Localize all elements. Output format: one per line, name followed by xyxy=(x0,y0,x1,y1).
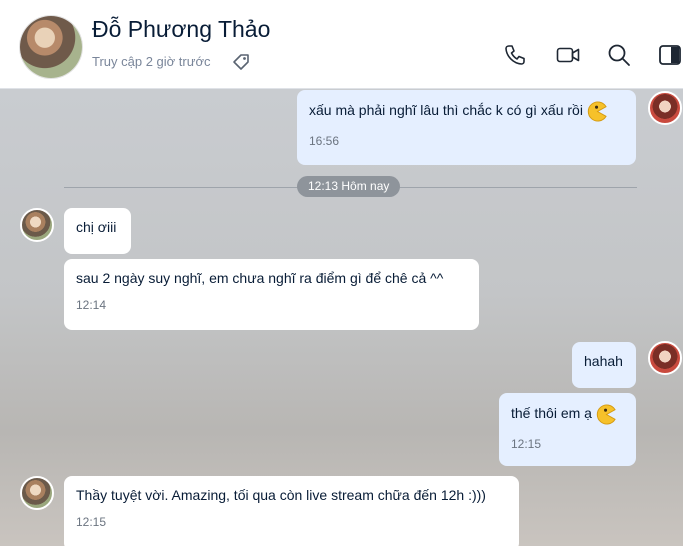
message-text: xấu mà phải nghĩ lâu thì chắc k có gì xấ… xyxy=(309,102,583,119)
message-text: sau 2 ngày suy nghĩ, em chưa nghĩ ra điể… xyxy=(76,270,444,286)
pacman-emoji-icon xyxy=(587,101,607,122)
video-camera-icon[interactable] xyxy=(555,42,581,68)
date-divider: 12:13 Hôm nay xyxy=(297,176,401,197)
contact-avatar-small[interactable] xyxy=(20,476,54,510)
message-bubble-outgoing[interactable]: thế thôi em ạ 12:15 xyxy=(499,393,636,466)
contact-name[interactable]: Đỗ Phương Thảo xyxy=(92,16,270,43)
message-text: thế thôi em ạ xyxy=(511,405,592,422)
contact-status: Truy cập 2 giờ trước xyxy=(92,54,211,69)
message-time: 12:15 xyxy=(511,437,542,451)
message-time: 16:56 xyxy=(309,134,340,148)
my-avatar[interactable] xyxy=(648,341,682,375)
chat-header: Đỗ Phương Thảo Truy cập 2 giờ trước xyxy=(0,0,683,89)
pacman-emoji-icon xyxy=(596,404,616,425)
message-text: chị ơiii xyxy=(76,219,117,235)
chat-area[interactable]: xấu mà phải nghĩ lâu thì chắc k có gì xấ… xyxy=(0,89,683,546)
message-bubble-incoming[interactable]: Thầy tuyệt vời. Amazing, tối qua còn liv… xyxy=(64,476,519,546)
phone-icon[interactable] xyxy=(502,42,528,68)
message-time: 12:14 xyxy=(76,298,107,312)
message-bubble-outgoing[interactable]: xấu mà phải nghĩ lâu thì chắc k có gì xấ… xyxy=(297,90,636,165)
panel-toggle-icon[interactable] xyxy=(657,42,683,68)
message-time: 12:15 xyxy=(76,515,107,529)
contact-avatar-small[interactable] xyxy=(20,208,54,242)
message-bubble-incoming[interactable]: sau 2 ngày suy nghĩ, em chưa nghĩ ra điể… xyxy=(64,259,479,330)
search-icon[interactable] xyxy=(606,42,632,68)
message-bubble-outgoing[interactable]: hahah xyxy=(572,342,636,388)
contact-avatar[interactable] xyxy=(20,16,82,78)
message-text: Thầy tuyệt vời. Amazing, tối qua còn liv… xyxy=(76,487,486,503)
message-bubble-incoming[interactable]: chị ơiii xyxy=(64,208,131,254)
message-text: hahah xyxy=(584,353,623,369)
my-avatar[interactable] xyxy=(648,91,682,125)
tag-icon[interactable] xyxy=(231,52,251,72)
